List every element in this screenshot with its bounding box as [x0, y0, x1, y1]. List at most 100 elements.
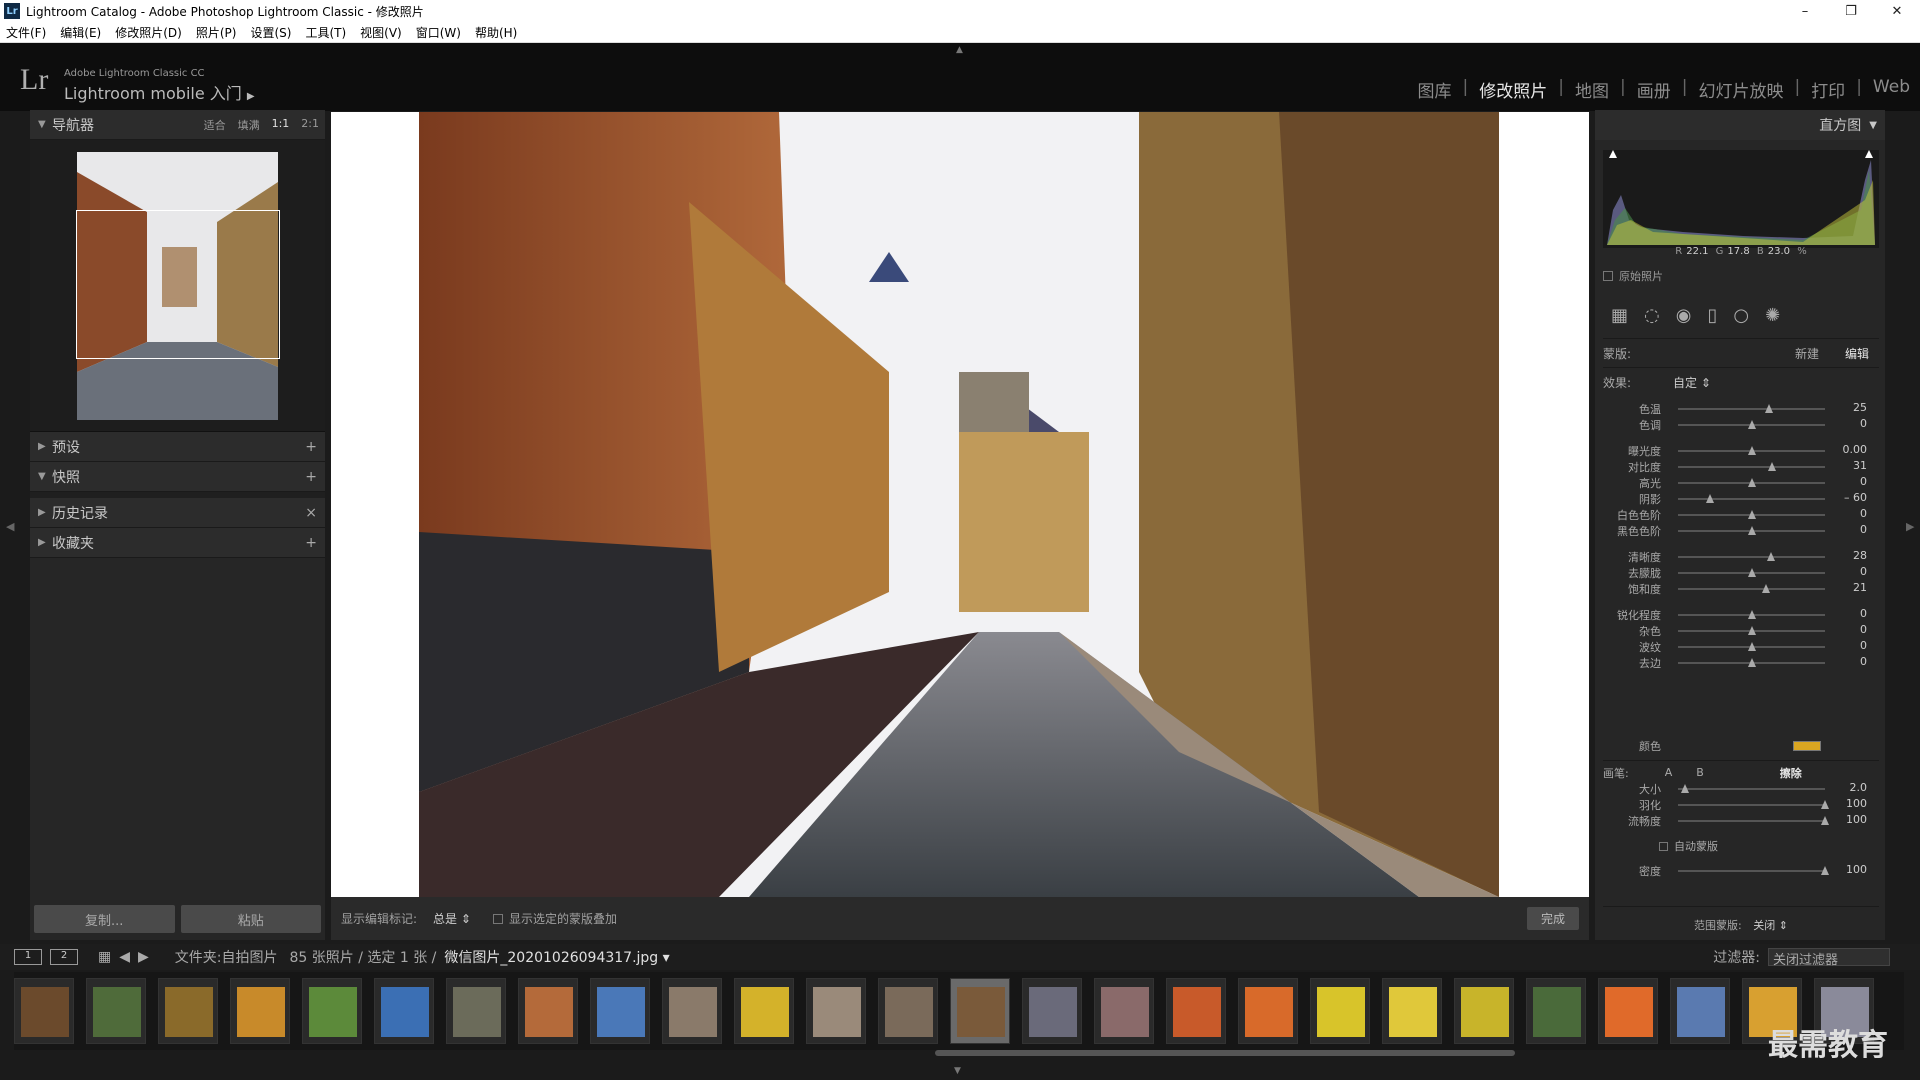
filmstrip-thumbnail[interactable]: [950, 978, 1010, 1044]
slider-value[interactable]: 0: [1860, 565, 1867, 578]
slider-value[interactable]: 0: [1860, 639, 1867, 652]
slider-track[interactable]: [1678, 446, 1825, 455]
module-tab[interactable]: 幻灯片放映: [1698, 77, 1783, 102]
menu-file[interactable]: 文件(F): [6, 24, 46, 41]
filmstrip-thumbnail[interactable]: [806, 978, 866, 1044]
snapshots-panel-header[interactable]: ▼ 快照 +: [30, 462, 325, 492]
slider-track[interactable]: [1678, 420, 1825, 429]
left-panel-toggle-icon[interactable]: ◀: [6, 520, 14, 533]
navigator-viewport-frame[interactable]: [76, 210, 280, 359]
brush-a-button[interactable]: A: [1665, 766, 1673, 779]
spot-removal-tool-icon[interactable]: ◌: [1644, 305, 1660, 326]
source-label[interactable]: 文件夹:自拍图片: [175, 947, 278, 967]
filmstrip-thumbnail[interactable]: [446, 978, 506, 1044]
menu-develop[interactable]: 修改照片(D): [115, 24, 182, 41]
slider-track[interactable]: [1678, 800, 1829, 809]
slider-value[interactable]: 100: [1846, 863, 1867, 876]
zoom-1-1[interactable]: 1:1: [272, 117, 290, 133]
slider-thumb[interactable]: [1821, 866, 1829, 875]
slider-track[interactable]: [1678, 568, 1825, 577]
radial-filter-tool-icon[interactable]: ○: [1733, 305, 1749, 326]
collections-panel-header[interactable]: ▶ 收藏夹 +: [30, 528, 325, 558]
slider-thumb[interactable]: [1747, 642, 1756, 651]
histogram-header[interactable]: 直方图 ▼: [1595, 110, 1885, 140]
module-tab[interactable]: 打印: [1811, 77, 1845, 102]
menu-view[interactable]: 视图(V): [360, 24, 402, 41]
original-photo-checkbox[interactable]: [1603, 271, 1613, 281]
brush-b-button[interactable]: B: [1696, 766, 1704, 779]
slider-track[interactable]: [1678, 626, 1825, 635]
histogram-chart[interactable]: [1603, 150, 1879, 248]
red-eye-tool-icon[interactable]: ◉: [1676, 305, 1692, 326]
filmstrip-thumbnail[interactable]: [86, 978, 146, 1044]
maximize-button[interactable]: ❐: [1828, 4, 1874, 19]
menu-settings[interactable]: 设置(S): [250, 24, 291, 41]
slider-track[interactable]: [1678, 510, 1825, 519]
navigator-header[interactable]: ▼ 导航器 适合 填满 1:1 2:1: [30, 110, 325, 140]
filmstrip-thumbnail[interactable]: [518, 978, 578, 1044]
slider-value[interactable]: 0: [1860, 417, 1867, 430]
zoom-2-1[interactable]: 2:1: [301, 117, 319, 133]
slider-thumb[interactable]: [1747, 420, 1756, 429]
slider-value[interactable]: 0: [1860, 655, 1867, 668]
slider-track[interactable]: [1678, 584, 1825, 593]
effect-select[interactable]: 自定 ⇕: [1673, 374, 1711, 391]
bottom-panel-toggle-icon[interactable]: ▼: [954, 1066, 961, 1076]
add-collection-icon[interactable]: +: [305, 535, 317, 551]
slider-track[interactable]: [1678, 462, 1825, 471]
filmstrip-thumbnail[interactable]: [590, 978, 650, 1044]
add-preset-icon[interactable]: +: [305, 439, 317, 455]
edit-pins-select[interactable]: 总是 ⇕: [433, 910, 471, 927]
top-panel-toggle-icon[interactable]: ▲: [956, 45, 963, 55]
module-tab[interactable]: 画册: [1637, 77, 1671, 102]
filmstrip-thumbnail[interactable]: [1526, 978, 1586, 1044]
menu-tools[interactable]: 工具(T): [305, 24, 346, 41]
main-window-button[interactable]: 1: [14, 949, 42, 965]
filmstrip-thumbnail[interactable]: [662, 978, 722, 1044]
module-tab[interactable]: Web: [1873, 77, 1910, 102]
secondary-window-button[interactable]: 2: [50, 949, 78, 965]
module-tab[interactable]: 修改照片: [1479, 77, 1547, 102]
menu-help[interactable]: 帮助(H): [475, 24, 517, 41]
back-arrow-icon[interactable]: ◀: [119, 949, 138, 965]
slider-value[interactable]: 100: [1846, 813, 1867, 826]
slider-thumb[interactable]: [1747, 568, 1756, 577]
filmstrip-thumbnail[interactable]: [734, 978, 794, 1044]
filmstrip-thumbnail[interactable]: [1310, 978, 1370, 1044]
auto-mask-toggle[interactable]: 自动蒙版: [1659, 838, 1718, 854]
filmstrip-thumbnail[interactable]: [158, 978, 218, 1044]
slider-value[interactable]: 0: [1860, 507, 1867, 520]
slider-track[interactable]: [1678, 494, 1825, 503]
auto-mask-checkbox[interactable]: [1659, 841, 1668, 851]
slider-thumb[interactable]: [1768, 462, 1777, 471]
slider-thumb[interactable]: [1821, 816, 1829, 825]
filmstrip-thumbnail[interactable]: [1022, 978, 1082, 1044]
slider-thumb[interactable]: [1706, 494, 1715, 503]
adjustment-brush-tool-icon[interactable]: ✺: [1765, 305, 1780, 326]
minimize-button[interactable]: –: [1782, 4, 1828, 19]
menu-edit[interactable]: 编辑(E): [60, 24, 101, 41]
slider-value[interactable]: 0: [1860, 475, 1867, 488]
slider-thumb[interactable]: [1747, 658, 1756, 667]
filmstrip-thumbnail[interactable]: [14, 978, 74, 1044]
history-panel-header[interactable]: ▶ 历史记录 ×: [30, 498, 325, 528]
slider-track[interactable]: [1678, 866, 1829, 875]
main-photo[interactable]: [419, 112, 1499, 897]
zoom-fit[interactable]: 适合: [204, 117, 226, 133]
mask-overlay-checkbox[interactable]: [492, 913, 503, 924]
slider-value[interactable]: 25: [1853, 401, 1867, 414]
slider-thumb[interactable]: [1765, 404, 1774, 413]
slider-track[interactable]: [1678, 552, 1825, 561]
filmstrip-thumbnail[interactable]: [230, 978, 290, 1044]
crop-tool-icon[interactable]: ▦: [1611, 305, 1628, 326]
slider-thumb[interactable]: [1766, 552, 1775, 561]
slider-track[interactable]: [1678, 658, 1825, 667]
filmstrip-thumbnail[interactable]: [374, 978, 434, 1044]
slider-value[interactable]: 0.00: [1843, 443, 1868, 456]
slider-track[interactable]: [1678, 784, 1825, 793]
slider-thumb[interactable]: [1747, 510, 1756, 519]
slider-track[interactable]: [1678, 526, 1825, 535]
grid-view-icon[interactable]: ▦: [98, 949, 119, 965]
filmstrip-thumbnail[interactable]: [878, 978, 938, 1044]
slider-thumb[interactable]: [1821, 800, 1829, 809]
